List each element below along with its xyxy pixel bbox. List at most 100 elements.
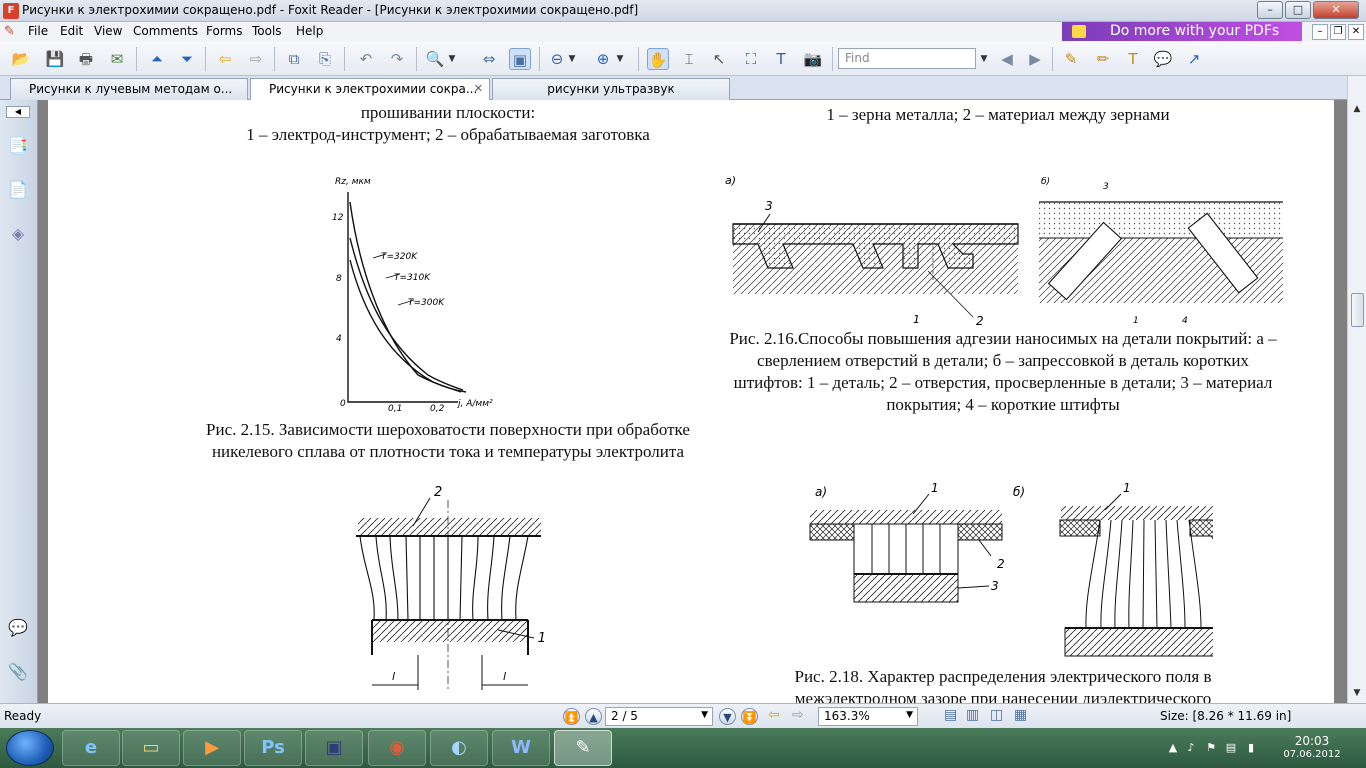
doc-restore-button[interactable]: ❐ (1330, 24, 1346, 40)
pencil-tool-icon[interactable]: ✏ (1092, 48, 1114, 70)
vertical-scrollbar[interactable]: ▲ ▼ (1347, 76, 1366, 703)
zoom-in-button-icon[interactable]: ⊕ (592, 48, 614, 70)
zoom-out-button-icon[interactable]: ⊖ (546, 48, 568, 70)
extract-page-icon[interactable]: ⧉ (283, 48, 305, 70)
next-page-status-icon[interactable]: ▼ (719, 708, 736, 725)
pages-icon[interactable]: 📄 (7, 178, 29, 202)
page-number-input[interactable]: 2 / 5 ▼ (605, 707, 713, 726)
tab-luchevym[interactable]: Рисунки к лучевым методам о... (10, 78, 248, 100)
next-page-icon[interactable]: ⏷ (176, 48, 198, 70)
taskbar-app-icon[interactable]: ◐ (430, 730, 488, 766)
tray-device-icon[interactable]: ▤ (1224, 741, 1238, 755)
scroll-up-icon[interactable]: ▲ (1348, 100, 1366, 118)
continuous-facing-view-icon[interactable]: ▦ (1014, 707, 1027, 723)
find-previous-icon[interactable]: ◀ (996, 48, 1018, 70)
attachments-icon[interactable]: 📎 (7, 660, 29, 684)
select-text-icon[interactable]: ⌶ (678, 48, 700, 70)
prev-page-icon[interactable]: ▲ (585, 708, 602, 725)
menu-edit[interactable]: Edit (60, 24, 83, 38)
start-button[interactable] (6, 730, 54, 766)
menu-comments[interactable]: Comments (133, 24, 198, 38)
tray-battery-icon[interactable]: ▮ (1244, 741, 1258, 755)
scroll-thumb[interactable] (1351, 293, 1364, 327)
undo-icon[interactable]: ↶ (355, 48, 377, 70)
panel-toggle-icon[interactable]: ◀ (6, 106, 30, 118)
tray-network-icon[interactable]: ⚑ (1204, 741, 1218, 755)
status-forward-icon[interactable]: ⇨ (792, 707, 804, 723)
top-left-text-2: 1 – электрод-инструмент; 2 – обрабатывае… (246, 125, 650, 144)
status-back-icon[interactable]: ⇦ (768, 707, 780, 723)
taskbar-explorer-icon[interactable]: ▭ (122, 730, 180, 766)
continuous-view-icon[interactable]: ▥ (966, 707, 979, 723)
promo-banner[interactable]: Do more with your PDFs (1062, 22, 1302, 41)
find-next-icon[interactable]: ▶ (1024, 48, 1046, 70)
forward-icon[interactable]: ⇨ (245, 48, 267, 70)
first-page-icon[interactable]: ⏫ (563, 708, 580, 725)
curve-label-t320: T=320K (381, 252, 418, 262)
zoom-select-icon[interactable]: ▼ (906, 710, 913, 720)
foxit-app-icon[interactable]: F (3, 3, 19, 19)
typewriter-icon[interactable]: T (770, 48, 792, 70)
tray-volume-icon[interactable]: ♪ (1184, 741, 1198, 755)
doc-minimize-button[interactable]: – (1312, 24, 1328, 40)
open-icon[interactable]: 📂 (10, 48, 32, 70)
menu-view[interactable]: View (94, 24, 122, 38)
tab-label: Рисунки к электрохимии сокра... (269, 82, 478, 96)
comments-panel-icon[interactable]: 💬 (7, 616, 29, 640)
bookmarks-icon[interactable]: 📑 (7, 134, 29, 158)
pointer-icon[interactable]: ↖ (708, 48, 730, 70)
fig18-label-a: а) (815, 485, 827, 499)
fit-page-icon[interactable]: ▣ (509, 48, 531, 70)
note-tool-icon[interactable]: ✎ (1060, 48, 1082, 70)
taskbar-foxit-icon[interactable]: ✎ (554, 730, 612, 766)
snapshot-icon[interactable]: ⛶ (740, 48, 762, 70)
minimize-button[interactable]: – (1257, 1, 1283, 19)
taskbar-clock[interactable]: 20:03 07.06.2012 (1282, 734, 1342, 762)
document-viewport[interactable]: прошивании плоскости: 1 – электрод-инстр… (38, 100, 1347, 703)
menu-forms[interactable]: Forms (206, 24, 242, 38)
email-icon[interactable]: ✉ (106, 48, 128, 70)
zoom-in-icon[interactable]: 🔍 (424, 48, 446, 70)
zoom-out-dropdown-icon[interactable]: ▼ (566, 48, 578, 70)
tab-elektrohimii[interactable]: Рисунки к электрохимии сокра... ✕ (250, 78, 490, 101)
menu-tools[interactable]: Tools (252, 24, 282, 38)
callout-tool-icon[interactable]: 💬 (1152, 48, 1174, 70)
redo-icon[interactable]: ↷ (386, 48, 408, 70)
facing-view-icon[interactable]: ◫ (990, 707, 1003, 723)
close-button[interactable]: ✕ (1313, 1, 1359, 19)
scroll-down-icon[interactable]: ▼ (1348, 684, 1366, 702)
tray-language-icon[interactable]: ▲ (1166, 741, 1180, 755)
hand-tool-icon[interactable]: ✋ (647, 48, 669, 70)
taskbar-photoshop-icon[interactable]: Ps (244, 730, 302, 766)
top-left-text-1: прошивании плоскости: (360, 103, 536, 122)
taskbar-chrome-icon[interactable]: ◉ (368, 730, 426, 766)
find-input[interactable]: Find (838, 48, 976, 69)
last-page-icon[interactable]: ⏬ (741, 708, 758, 725)
zoom-dropdown-icon[interactable]: ▼ (446, 48, 458, 70)
maximize-button[interactable]: □ (1285, 1, 1311, 19)
doc-close-button[interactable]: ✕ (1348, 24, 1364, 40)
insert-page-icon[interactable]: ⎘ (314, 48, 336, 70)
zoom-in-dropdown-icon[interactable]: ▼ (614, 48, 626, 70)
previous-page-icon[interactable]: ⏶ (146, 48, 168, 70)
taskbar-word-icon[interactable]: W (492, 730, 550, 766)
save-icon[interactable]: 💾 (44, 48, 66, 70)
taskbar-media-player-icon[interactable]: ▶ (183, 730, 241, 766)
arrow-tool-icon[interactable]: ↗ (1183, 48, 1205, 70)
single-page-view-icon[interactable]: ▤ (944, 707, 957, 723)
menu-file[interactable]: File (28, 24, 48, 38)
print-icon[interactable]: 🖶 (75, 48, 97, 70)
find-dropdown-icon[interactable]: ▼ (978, 48, 990, 70)
taskbar-ie-icon[interactable]: e (62, 730, 120, 766)
menu-help[interactable]: Help (296, 24, 323, 38)
textbox-tool-icon[interactable]: T (1122, 48, 1144, 70)
taskbar-save-icon[interactable]: ▣ (305, 730, 363, 766)
page-dropdown-icon[interactable]: ▼ (701, 710, 708, 720)
camera-icon[interactable]: 📷 (802, 48, 824, 70)
fit-width-icon[interactable]: ⇔ (478, 48, 500, 70)
tab-ultrazvuk[interactable]: рисунки ультразвук (492, 78, 730, 100)
tab-close-icon[interactable]: ✕ (474, 79, 483, 99)
zoom-input[interactable]: 163.3% ▼ (818, 707, 918, 726)
layers-icon[interactable]: ◈ (7, 222, 29, 246)
back-icon[interactable]: ⇦ (214, 48, 236, 70)
